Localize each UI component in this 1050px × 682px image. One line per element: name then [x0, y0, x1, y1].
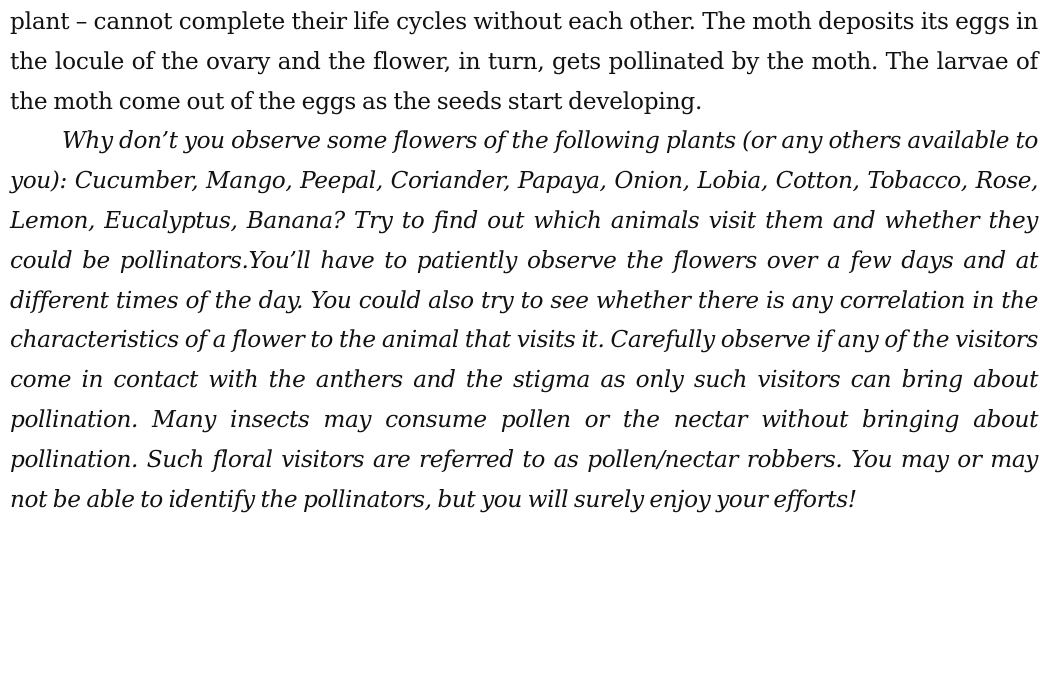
document-page: plant – cannot complete their life cycle…	[10, 2, 1038, 519]
paragraph-observation-activity: Why don’t you observe some flowers of th…	[10, 127, 1038, 513]
paragraph-moth-pollination: plant – cannot complete their life cycle…	[10, 8, 1038, 115]
